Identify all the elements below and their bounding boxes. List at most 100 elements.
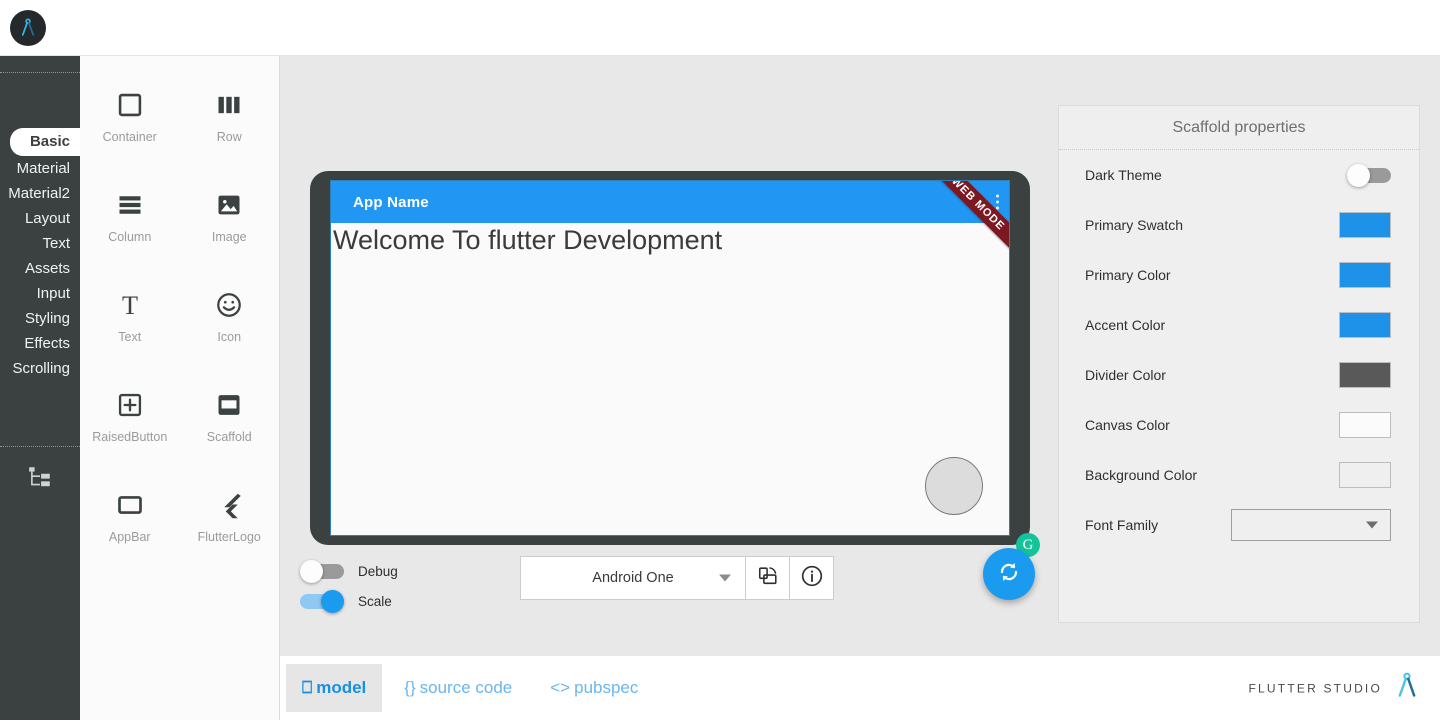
debug-toggle[interactable] [300, 559, 344, 583]
container-icon [116, 82, 144, 128]
palette-item-label: Scaffold [206, 430, 252, 444]
compass-logo-icon [1392, 671, 1422, 706]
sidebar-tab-label: Text [42, 235, 70, 252]
scale-toggle[interactable] [300, 589, 344, 613]
floating-action-button-placeholder[interactable] [925, 457, 983, 515]
palette-item-label: Row [216, 130, 242, 144]
sidebar-tab-input[interactable]: Input [0, 281, 80, 306]
device-select[interactable]: Android One [520, 556, 746, 600]
sidebar-tab-effects[interactable]: Effects [0, 331, 80, 356]
property-row-canvas-color: Canvas Color [1059, 400, 1419, 450]
emoji-icon [215, 282, 243, 328]
property-label: Dark Theme [1085, 167, 1162, 183]
palette-item-appbar[interactable]: AppBar [80, 482, 180, 582]
sidebar-tab-label: Material2 [8, 185, 70, 202]
device-frame-wrapper: App Name WEB MODE Welcome To flutter Dev… [310, 171, 1040, 557]
sidebar-tab-label: Effects [24, 335, 70, 352]
sidebar-tab-material[interactable]: Material [0, 156, 80, 181]
property-row-font-family: Font Family [1059, 500, 1419, 550]
bottom-tab-bar: ⎕ model {} source code <> pubspec FLUTTE… [280, 656, 1440, 720]
appbar-icon [116, 482, 144, 528]
sidebar-tab-label: Layout [24, 210, 70, 227]
palette-item-text[interactable]: T Text [80, 282, 180, 382]
refresh-icon [996, 559, 1022, 590]
palette-item-container[interactable]: Container [80, 82, 180, 182]
phone-icon: ⎕ [302, 678, 313, 697]
compass-logo-icon[interactable] [10, 9, 46, 46]
tab-pubspec[interactable]: <> pubspec [534, 664, 654, 712]
category-rail: Basic Material Material2 Layout Text Ass… [0, 56, 80, 720]
palette-item-image[interactable]: Image [180, 182, 280, 282]
raised-button-icon [116, 382, 144, 428]
palette-item-label: FlutterLogo [197, 530, 261, 544]
rotate-device-icon [757, 565, 779, 592]
font-family-select[interactable] [1231, 509, 1391, 541]
tab-source-code[interactable]: {} source code [388, 664, 528, 712]
device-picker: Android One [520, 556, 834, 600]
column-icon [116, 182, 144, 228]
device-screen: App Name WEB MODE Welcome To flutter Dev… [330, 180, 1010, 536]
palette-item-row[interactable]: Row [180, 82, 280, 182]
accent-color-swatch[interactable] [1339, 312, 1391, 338]
scaffold-icon [215, 382, 243, 428]
sidebar-tab-basic[interactable]: Basic [10, 128, 80, 156]
palette-item-scaffold[interactable]: Scaffold [180, 382, 280, 482]
primary-swatch-color[interactable] [1339, 212, 1391, 238]
palette-item-icon[interactable]: Icon [180, 282, 280, 382]
footer-brand: FLUTTER STUDIO [1249, 671, 1422, 706]
image-icon [215, 182, 243, 228]
device-select-value: Android One [592, 570, 674, 586]
sidebar-tab-label: Styling [24, 310, 70, 327]
primary-color-swatch[interactable] [1339, 262, 1391, 288]
dark-theme-toggle[interactable] [1347, 163, 1391, 187]
rotate-device-button[interactable] [746, 556, 790, 600]
property-label: Accent Color [1085, 317, 1166, 333]
rail-divider-top [0, 72, 80, 73]
preview-appbar[interactable]: App Name WEB MODE [331, 181, 1009, 264]
sidebar-tab-material2[interactable]: Material2 [0, 181, 80, 206]
property-row-accent-color: Accent Color [1059, 300, 1419, 350]
scale-toggle-row: Scale [300, 586, 398, 616]
refresh-button[interactable] [983, 548, 1035, 600]
tab-pubspec-label: pubspec [574, 678, 639, 697]
preview-appbar-title: App Name [353, 193, 429, 211]
widget-tree-icon[interactable] [0, 464, 80, 490]
rail-divider-bottom [0, 446, 80, 447]
palette-item-label: Container [102, 130, 157, 144]
text-icon: T [115, 282, 145, 328]
device-frame: App Name WEB MODE Welcome To flutter Dev… [310, 171, 1040, 557]
property-label: Font Family [1085, 517, 1159, 533]
category-tab-list: Basic Material Material2 Layout Text Ass… [0, 128, 80, 381]
chevron-down-icon [719, 574, 731, 582]
sidebar-tab-label: Input [36, 285, 70, 302]
divider-color-swatch[interactable] [1339, 362, 1391, 388]
property-label: Canvas Color [1085, 417, 1170, 433]
scale-toggle-label: Scale [358, 593, 392, 609]
sidebar-tab-scrolling[interactable]: Scrolling [0, 356, 80, 381]
widget-palette-grid: Container Row Column Image T Text Icon R… [80, 56, 279, 582]
palette-item-flutterlogo[interactable]: FlutterLogo [180, 482, 280, 582]
flutter-logo-icon [214, 482, 244, 528]
palette-item-label: AppBar [108, 530, 151, 544]
chevron-down-icon [1366, 521, 1378, 529]
properties-panel-title: Scaffold properties [1059, 106, 1419, 150]
property-row-divider-color: Divider Color [1059, 350, 1419, 400]
property-label: Primary Swatch [1085, 217, 1184, 233]
properties-panel: Scaffold properties Dark Theme Primary S… [1058, 105, 1420, 623]
palette-item-raisedbutton[interactable]: RaisedButton [80, 382, 180, 482]
canvas-color-swatch[interactable] [1339, 412, 1391, 438]
sidebar-tab-assets[interactable]: Assets [0, 256, 80, 281]
sidebar-tab-styling[interactable]: Styling [0, 306, 80, 331]
property-row-primary-color: Primary Color [1059, 250, 1419, 300]
sidebar-tab-layout[interactable]: Layout [0, 206, 80, 231]
tab-source-code-label: source code [419, 678, 513, 697]
property-label: Primary Color [1085, 267, 1171, 283]
overflow-menu-icon[interactable] [996, 194, 999, 210]
tab-model[interactable]: ⎕ model [286, 664, 383, 712]
debug-toggle-row: Debug [300, 556, 398, 586]
background-color-swatch[interactable] [1339, 462, 1391, 488]
sidebar-tab-text[interactable]: Text [0, 231, 80, 256]
info-button[interactable] [790, 556, 834, 600]
property-label: Background Color [1085, 467, 1198, 483]
palette-item-column[interactable]: Column [80, 182, 180, 282]
